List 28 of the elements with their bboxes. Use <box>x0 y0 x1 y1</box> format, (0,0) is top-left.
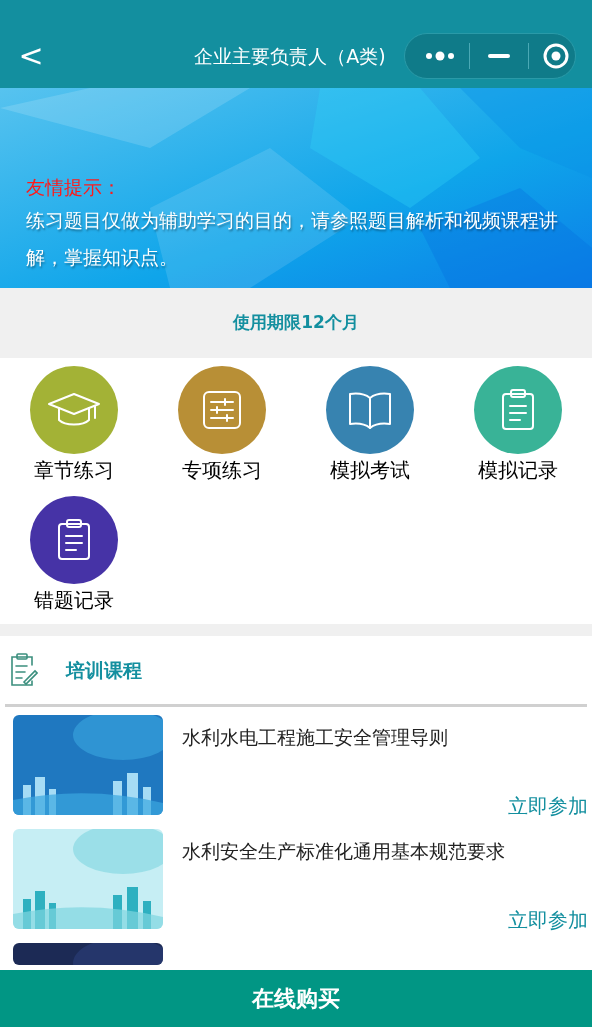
module-item[interactable]: 专项练习 <box>148 366 296 484</box>
notice-label: 友情提示： <box>26 175 122 200</box>
module-label: 专项练习 <box>182 457 262 484</box>
sliders-icon <box>201 389 243 431</box>
module-label: 错题记录 <box>34 587 114 614</box>
validity-text: 使用期限12个月 <box>233 311 359 335</box>
clipboard-pen-icon <box>10 653 38 687</box>
more-icon[interactable] <box>425 51 455 61</box>
open-book-icon <box>347 390 393 430</box>
course-title: 水利安全生产标准化通用基本规范要求 <box>182 839 506 864</box>
module-item[interactable]: 模拟考试 <box>296 366 444 484</box>
module-label: 模拟考试 <box>330 457 410 484</box>
module-label: 章节练习 <box>34 457 114 484</box>
page-title: 企业主要负责人（A类) <box>193 43 387 69</box>
section-title: 培训课程 <box>66 657 142 683</box>
buy-button[interactable]: 在线购买 <box>0 970 592 1027</box>
close-icon[interactable] <box>543 43 569 69</box>
minimize-icon[interactable] <box>488 54 510 58</box>
back-button[interactable]: < <box>16 41 46 71</box>
clipboard-icon <box>500 388 536 432</box>
module-label: 模拟记录 <box>478 457 558 484</box>
capsule-menu[interactable] <box>404 33 576 79</box>
module-item[interactable]: 模拟记录 <box>444 366 592 484</box>
course-title: 水利水电工程施工安全管理导则 <box>182 725 449 750</box>
notice-text: 练习题目仅做为辅助学习的目的，请参照题目解析和视频课程讲解，掌握知识点。 <box>26 208 559 270</box>
clipboard-icon <box>56 518 92 562</box>
module-item[interactable]: 章节练习 <box>0 366 148 484</box>
module-item[interactable]: 错题记录 <box>0 496 148 614</box>
